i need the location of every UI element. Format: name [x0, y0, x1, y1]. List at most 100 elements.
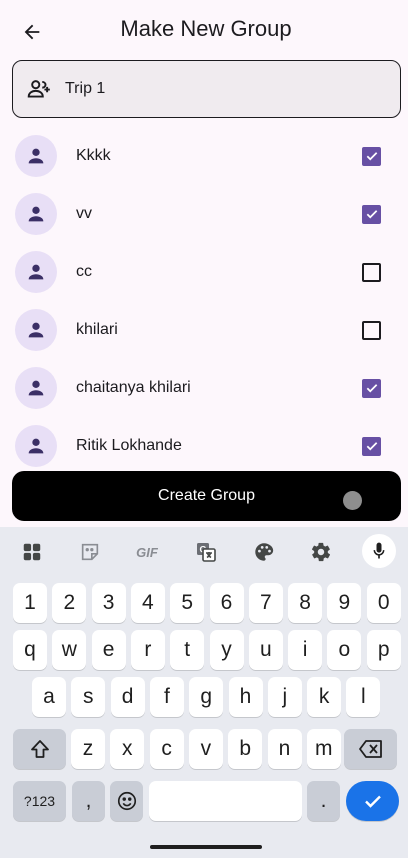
- key-3[interactable]: 3: [91, 583, 126, 623]
- key-o[interactable]: o: [327, 630, 362, 670]
- member-checkbox[interactable]: [362, 146, 381, 166]
- check-icon: [365, 207, 379, 221]
- avatar: [15, 425, 57, 467]
- check-icon: [365, 381, 379, 395]
- group-add-icon: [25, 75, 53, 103]
- key-w[interactable]: w: [52, 630, 87, 670]
- key-1[interactable]: 1: [13, 583, 47, 623]
- member-checkbox[interactable]: [362, 378, 381, 398]
- person-icon: [25, 377, 47, 399]
- key-v[interactable]: v: [188, 729, 223, 769]
- member-name: chaitanya khilari: [76, 379, 191, 396]
- mic-icon: [373, 542, 385, 559]
- gif-icon[interactable]: GIF: [132, 537, 162, 567]
- key-g[interactable]: g: [189, 677, 224, 717]
- emoji-key[interactable]: [110, 781, 143, 821]
- key-m[interactable]: m: [306, 729, 341, 769]
- key-a[interactable]: a: [32, 677, 66, 717]
- key-u[interactable]: u: [248, 630, 283, 670]
- member-name: khilari: [76, 321, 118, 338]
- app-bar: Make New Group: [0, 0, 408, 60]
- gear-icon[interactable]: [306, 537, 336, 567]
- key-q[interactable]: q: [13, 630, 47, 670]
- keyboard-toolbar: GIF G: [0, 527, 408, 577]
- person-icon: [25, 435, 47, 457]
- member-checkbox[interactable]: [362, 262, 381, 282]
- key-2[interactable]: 2: [52, 583, 87, 623]
- create-group-button[interactable]: Create Group: [12, 471, 401, 521]
- key-6[interactable]: 6: [209, 583, 244, 623]
- page-title: Make New Group: [120, 16, 292, 41]
- key-k[interactable]: k: [307, 677, 342, 717]
- key-d[interactable]: d: [110, 677, 145, 717]
- key-b[interactable]: b: [228, 729, 263, 769]
- member-name: Ritik Lokhande: [76, 437, 182, 454]
- key-e[interactable]: e: [91, 630, 126, 670]
- member-checkbox[interactable]: [362, 204, 381, 224]
- avatar: [15, 367, 57, 409]
- avatar: [15, 309, 57, 351]
- person-icon: [25, 203, 47, 225]
- key-r[interactable]: r: [130, 630, 165, 670]
- key-5[interactable]: 5: [170, 583, 205, 623]
- key-0[interactable]: 0: [366, 583, 401, 623]
- member-checkbox[interactable]: [362, 320, 381, 340]
- emoji-icon: [117, 791, 136, 811]
- key-j[interactable]: j: [267, 677, 302, 717]
- shift-icon: [30, 740, 49, 758]
- translate-icon[interactable]: G: [191, 537, 221, 567]
- member-row[interactable]: vv: [0, 185, 408, 243]
- check-done-icon: [364, 795, 381, 808]
- person-icon: [25, 319, 47, 341]
- avatar: [15, 251, 57, 293]
- key-i[interactable]: i: [288, 630, 323, 670]
- key-t[interactable]: t: [170, 630, 205, 670]
- key-4[interactable]: 4: [130, 583, 165, 623]
- member-row[interactable]: cc: [0, 243, 408, 301]
- mic-button[interactable]: [362, 534, 396, 568]
- key-s[interactable]: s: [71, 677, 106, 717]
- avatar: [15, 135, 57, 177]
- palette-icon[interactable]: [249, 537, 279, 567]
- check-icon: [365, 149, 379, 163]
- member-row[interactable]: chaitanya khilari: [0, 359, 408, 417]
- backspace-icon: [358, 740, 382, 758]
- space-key[interactable]: [149, 781, 302, 821]
- check-icon: [365, 439, 379, 453]
- gesture-nav-handle[interactable]: [150, 845, 262, 849]
- touch-indicator: [343, 491, 362, 510]
- member-checkbox[interactable]: [362, 436, 381, 456]
- enter-key[interactable]: [346, 781, 399, 821]
- shift-key[interactable]: [13, 729, 66, 769]
- person-icon: [25, 261, 47, 283]
- apps-grid-icon[interactable]: [17, 537, 47, 567]
- key-7[interactable]: 7: [248, 583, 283, 623]
- member-row[interactable]: Kkkk: [0, 127, 408, 185]
- avatar: [15, 193, 57, 235]
- group-name-field[interactable]: [12, 60, 401, 118]
- member-name: cc: [76, 263, 92, 280]
- member-row[interactable]: khilari: [0, 301, 408, 359]
- key-c[interactable]: c: [149, 729, 184, 769]
- keyboard: GIF G 1234567890 qwertyuiop asdfghjkl zxcvb…: [0, 527, 408, 858]
- key-l[interactable]: l: [346, 677, 381, 717]
- key-y[interactable]: y: [209, 630, 244, 670]
- key-x[interactable]: x: [110, 729, 145, 769]
- key-z[interactable]: z: [71, 729, 105, 769]
- sticker-icon[interactable]: [75, 537, 105, 567]
- key-h[interactable]: h: [228, 677, 263, 717]
- key-9[interactable]: 9: [327, 583, 362, 623]
- member-name: Kkkk: [76, 147, 111, 164]
- key-8[interactable]: 8: [288, 583, 323, 623]
- backspace-key[interactable]: [344, 729, 397, 769]
- comma-key[interactable]: ,: [72, 781, 105, 821]
- key-f[interactable]: f: [149, 677, 184, 717]
- member-row[interactable]: Ritik Lokhande: [0, 417, 408, 467]
- period-key[interactable]: .: [307, 781, 340, 821]
- member-list: Kkkk vv cc khilari chaitanya khilari Ritik Lo…: [0, 127, 408, 467]
- member-name: vv: [76, 205, 92, 222]
- symbols-key[interactable]: ?123: [13, 781, 66, 821]
- key-p[interactable]: p: [366, 630, 401, 670]
- key-n[interactable]: n: [267, 729, 302, 769]
- group-name-input[interactable]: [65, 80, 365, 98]
